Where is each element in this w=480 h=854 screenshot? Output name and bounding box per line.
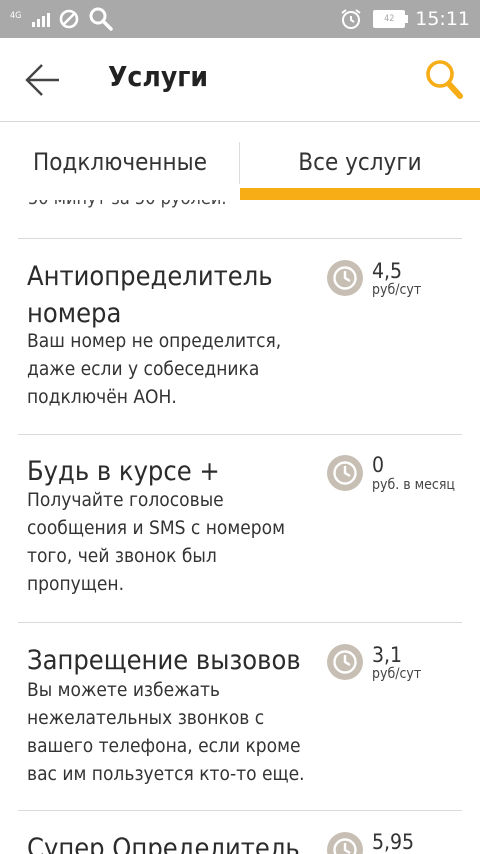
service-title: Антиопределитель номера — [27, 261, 273, 329]
alarm-icon — [341, 9, 361, 29]
service-price-unit: руб/сут — [372, 282, 422, 298]
app-bar: Услуги — [0, 38, 480, 122]
no-sim-icon — [59, 9, 79, 29]
list-divider — [18, 238, 462, 239]
service-description: Ваш номер не определится, даже если у со… — [27, 330, 282, 408]
daily-fee-clock-icon — [327, 832, 363, 854]
status-left: 4G — [10, 6, 114, 32]
list-divider — [18, 434, 462, 435]
status-right: 42 15:11 — [339, 6, 470, 32]
network-type: 4G — [10, 10, 22, 21]
service-title: Будь в курсе + — [27, 456, 220, 487]
service-price-unit: руб. в месяц — [372, 477, 455, 493]
service-description: Получайте голосовые сообщения и SMS с но… — [27, 489, 285, 595]
service-price: 0 — [372, 453, 385, 477]
signal-icon — [32, 11, 50, 27]
service-price: 3,1 — [372, 643, 403, 667]
service-title: Супер Определитель — [27, 833, 300, 854]
service-price: 5,95 — [372, 830, 415, 854]
daily-fee-clock-icon — [327, 260, 363, 296]
search-icon[interactable] — [424, 58, 464, 100]
service-description: Вы можете избежать нежелательных звонков… — [27, 679, 305, 785]
status-bar: 4G 42 15:11 — [0, 0, 480, 38]
active-tab-indicator — [240, 188, 480, 200]
service-price: 4,5 — [372, 259, 403, 283]
tab-connected[interactable]: Подключенные — [0, 122, 240, 200]
page-title: Услуги — [108, 60, 209, 93]
status-time: 15:11 — [415, 8, 470, 30]
back-arrow-icon[interactable] — [24, 60, 62, 100]
list-divider — [18, 622, 462, 623]
list-divider — [18, 810, 462, 811]
battery-icon: 42 — [373, 10, 409, 28]
service-title: Запрещение вызовов — [27, 645, 301, 676]
service-price-unit: руб/сут — [372, 666, 422, 682]
daily-fee-clock-icon — [327, 644, 363, 680]
monthly-fee-clock-icon — [327, 455, 363, 491]
search-status-icon — [89, 7, 113, 31]
services-list[interactable]: 50 минут за 50 рублей. Антиопределитель … — [0, 180, 480, 854]
